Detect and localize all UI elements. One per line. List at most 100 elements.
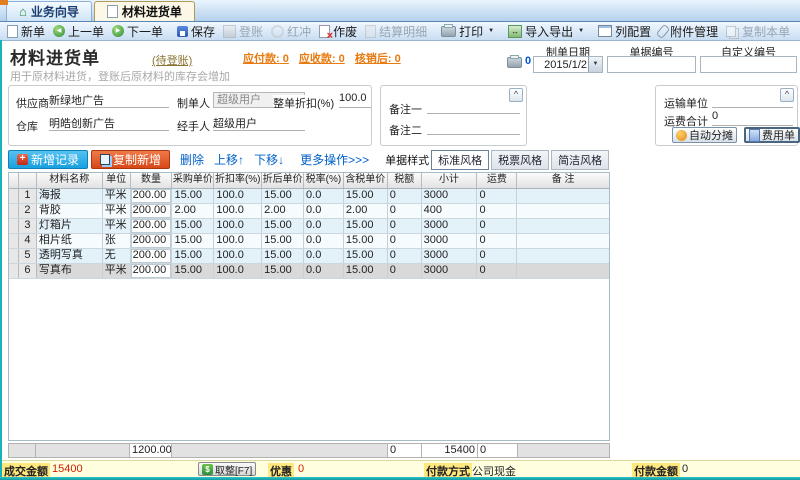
- chevron-down-icon[interactable]: [588, 57, 602, 72]
- table-cell[interactable]: 100.0: [214, 219, 262, 233]
- table-cell[interactable]: 0: [477, 204, 517, 218]
- table-cell[interactable]: 3000: [422, 234, 478, 248]
- tab-business-wizard[interactable]: ⌂ 业务向导: [6, 1, 92, 21]
- print-button[interactable]: 打印▼: [438, 22, 497, 41]
- table-cell[interactable]: 2.00: [172, 204, 214, 218]
- column-header[interactable]: 含税单价: [344, 173, 388, 188]
- table-cell[interactable]: 15.00: [344, 264, 388, 278]
- attachment-button[interactable]: 附件管理: [656, 22, 721, 41]
- table-cell[interactable]: 0: [388, 189, 422, 203]
- table-cell[interactable]: 200.00: [131, 204, 173, 218]
- table-cell[interactable]: 3000: [422, 264, 478, 278]
- column-header[interactable]: 材料名称: [37, 173, 103, 188]
- table-cell[interactable]: 0.0: [304, 189, 344, 203]
- row-number[interactable]: 1: [19, 189, 37, 203]
- table-cell[interactable]: 200.00: [131, 264, 173, 278]
- column-header[interactable]: 折扣率(%): [214, 173, 262, 188]
- table-cell[interactable]: 0: [477, 189, 517, 203]
- style-standard-tab[interactable]: 标准风格: [431, 150, 489, 170]
- table-cell[interactable]: 平米: [103, 189, 131, 203]
- row-number[interactable]: 5: [19, 249, 37, 263]
- table-cell[interactable]: 3000: [422, 249, 478, 263]
- table-cell[interactable]: [517, 204, 609, 218]
- table-cell[interactable]: 张: [103, 234, 131, 248]
- writeoff-link[interactable]: 核销后: 0: [355, 53, 401, 65]
- column-config-button[interactable]: 列配置: [595, 22, 654, 41]
- transport-field[interactable]: [712, 92, 793, 108]
- payable-link[interactable]: 应付款: 0: [243, 53, 289, 65]
- handler-field[interactable]: 超级用户: [213, 115, 305, 131]
- print-icon[interactable]: [507, 57, 522, 68]
- style-tax-tab[interactable]: 税票风格: [491, 150, 549, 170]
- custom-number-input[interactable]: [700, 56, 797, 73]
- table-cell[interactable]: 0: [477, 234, 517, 248]
- table-cell[interactable]: 15.00: [172, 219, 214, 233]
- more-operations-link[interactable]: 更多操作>>>: [300, 151, 369, 168]
- save-button[interactable]: 保存: [174, 22, 218, 41]
- table-cell[interactable]: 15.00: [344, 189, 388, 203]
- column-header[interactable]: 备 注: [517, 173, 609, 188]
- import-export-button[interactable]: 导入导出▼: [505, 22, 587, 41]
- table-cell[interactable]: 0: [477, 219, 517, 233]
- table-cell[interactable]: 3000: [422, 189, 478, 203]
- next-order-button[interactable]: 下一单: [109, 22, 166, 41]
- note1-field[interactable]: [427, 98, 520, 114]
- table-cell[interactable]: 0: [477, 249, 517, 263]
- table-cell[interactable]: 15.00: [262, 234, 304, 248]
- void-button[interactable]: 作废: [316, 22, 360, 41]
- row-number[interactable]: 6: [19, 264, 37, 278]
- table-cell[interactable]: 100.0: [214, 249, 262, 263]
- warehouse-field[interactable]: 明皓创新广告: [49, 115, 169, 131]
- table-cell[interactable]: 15.00: [262, 189, 304, 203]
- table-cell[interactable]: 海报: [37, 189, 103, 203]
- table-cell[interactable]: 15.00: [172, 234, 214, 248]
- table-cell[interactable]: 写真布: [37, 264, 103, 278]
- table-cell[interactable]: 0: [388, 234, 422, 248]
- auto-allocate-button[interactable]: 自动分摊: [672, 127, 737, 143]
- table-cell[interactable]: 0: [388, 264, 422, 278]
- table-cell[interactable]: 0.0: [304, 264, 344, 278]
- table-cell[interactable]: 2.00: [262, 204, 304, 218]
- table-cell[interactable]: 0.0: [304, 249, 344, 263]
- table-cell[interactable]: 15.00: [262, 249, 304, 263]
- table-cell[interactable]: 2.00: [344, 204, 388, 218]
- table-cell[interactable]: 400: [422, 204, 478, 218]
- table-cell[interactable]: 相片纸: [37, 234, 103, 248]
- discount-field[interactable]: 100.0: [339, 92, 371, 108]
- new-order-button[interactable]: 新单: [4, 22, 48, 41]
- column-header[interactable]: 折后单价: [262, 173, 304, 188]
- table-cell[interactable]: 100.0: [214, 189, 262, 203]
- table-cell[interactable]: 0: [388, 204, 422, 218]
- table-cell[interactable]: 200.00: [131, 249, 173, 263]
- table-cell[interactable]: 3000: [422, 219, 478, 233]
- table-cell[interactable]: 15.00: [344, 249, 388, 263]
- expense-order-button[interactable]: 费用单: [744, 127, 800, 143]
- add-record-button[interactable]: 新增记录: [8, 150, 88, 169]
- table-cell[interactable]: [517, 249, 609, 263]
- row-number[interactable]: 4: [19, 234, 37, 248]
- move-up-link[interactable]: 上移↑: [214, 151, 244, 168]
- table-cell[interactable]: 100.0: [214, 204, 262, 218]
- table-cell[interactable]: 0.0: [304, 219, 344, 233]
- table-cell[interactable]: 0.0: [304, 234, 344, 248]
- column-header[interactable]: 小计: [422, 173, 478, 188]
- table-cell[interactable]: 0: [388, 219, 422, 233]
- table-cell[interactable]: 0: [388, 249, 422, 263]
- table-cell[interactable]: 200.00: [131, 234, 173, 248]
- column-header[interactable]: 税率(%): [304, 173, 344, 188]
- copy-add-button[interactable]: 复制新增: [91, 150, 170, 169]
- table-cell[interactable]: [517, 234, 609, 248]
- style-simple-tab[interactable]: 简洁风格: [551, 150, 609, 170]
- table-cell[interactable]: 平米: [103, 219, 131, 233]
- table-cell[interactable]: 平米: [103, 264, 131, 278]
- supplier-field[interactable]: 新绿地广告: [49, 92, 169, 108]
- table-cell[interactable]: 无: [103, 249, 131, 263]
- table-cell[interactable]: 透明写真: [37, 249, 103, 263]
- column-header[interactable]: 数量: [131, 173, 173, 188]
- table-cell[interactable]: [517, 264, 609, 278]
- tab-material-purchase[interactable]: 材料进货单: [94, 1, 195, 21]
- table-cell[interactable]: 0: [477, 264, 517, 278]
- table-cell[interactable]: [517, 189, 609, 203]
- table-cell[interactable]: [517, 219, 609, 233]
- table-cell[interactable]: 15.00: [344, 234, 388, 248]
